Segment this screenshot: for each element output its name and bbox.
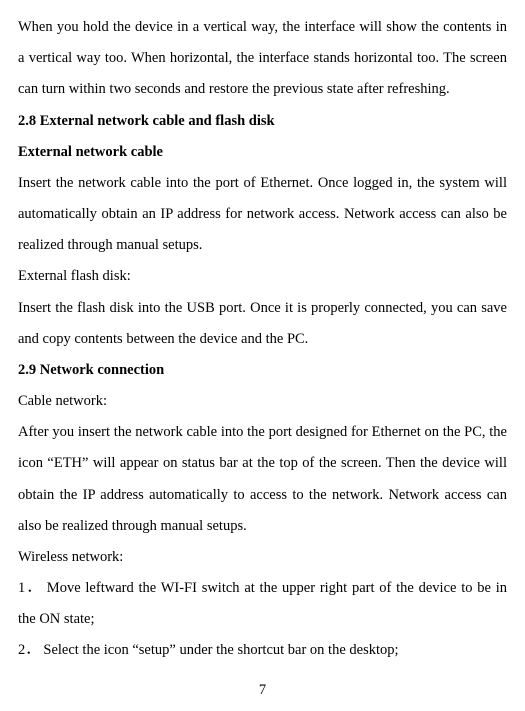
subheading-external-cable: External network cable (18, 137, 507, 168)
body-paragraph: Wireless network: (18, 542, 507, 573)
section-heading-2-8: 2.8 External network cable and flash dis… (18, 106, 507, 137)
body-paragraph: External flash disk: (18, 261, 507, 292)
body-paragraph: When you hold the device in a vertical w… (18, 12, 507, 106)
page-number: 7 (0, 682, 525, 699)
section-heading-2-9: 2.9 Network connection (18, 355, 507, 386)
body-paragraph: Insert the network cable into the port o… (18, 168, 507, 262)
body-paragraph: 1． Move leftward the WI-FI switch at the… (18, 573, 507, 635)
body-paragraph: After you insert the network cable into … (18, 417, 507, 542)
body-paragraph: 2． Select the icon “setup” under the sho… (18, 635, 507, 666)
document-page: When you hold the device in a vertical w… (0, 0, 525, 711)
body-paragraph: Cable network: (18, 386, 507, 417)
body-paragraph: Insert the flash disk into the USB port.… (18, 293, 507, 355)
